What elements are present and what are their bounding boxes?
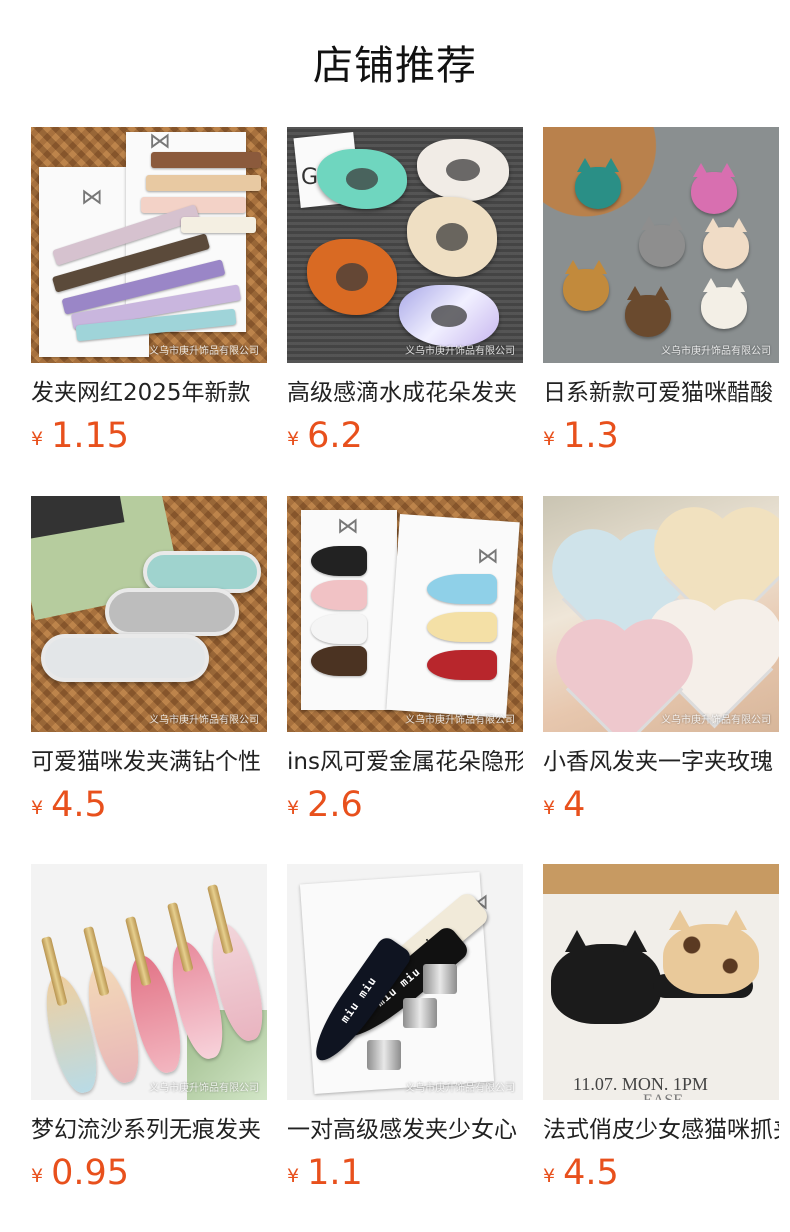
watermark: 义乌市庚升饰品有限公司 <box>661 715 771 726</box>
product-card[interactable]: ⋈ miu miu miu miu miu miu 义乌市庚升饰品有限公司 一对… <box>287 864 523 1204</box>
product-price: ¥2.6 <box>287 783 523 827</box>
product-price: ¥4.5 <box>543 1151 779 1195</box>
product-card[interactable]: 义乌市庚升饰品有限公司 可爱猫咪发夹满钻个性 ¥4.5 <box>31 496 267 836</box>
product-card[interactable]: ⋈ ⋈ 义乌市庚升饰品有限公司 发夹网红2025年新款 ¥1.15 <box>31 127 267 467</box>
price-value: 1.3 <box>563 416 619 456</box>
currency-symbol: ¥ <box>543 797 556 819</box>
product-image[interactable]: ⋈ ⋈ 义乌市庚升饰品有限公司 <box>287 496 523 732</box>
product-card[interactable]: G 义乌市庚升饰品有限公司 高级感滴水成花朵发夹 ¥6.2 <box>287 127 523 467</box>
product-name[interactable]: 日系新款可爱猫咪醋酸 <box>543 376 779 410</box>
watermark: 义乌市庚升饰品有限公司 <box>405 715 515 726</box>
page-title: 店铺推荐 <box>313 43 477 89</box>
product-name[interactable]: 一对高级感发夹少女心 <box>287 1113 523 1147</box>
product-price: ¥4 <box>543 783 779 827</box>
product-price: ¥1.1 <box>287 1151 523 1195</box>
watermark: 义乌市庚升饰品有限公司 <box>405 1083 515 1094</box>
watermark: 义乌市庚升饰品有限公司 <box>661 346 771 357</box>
product-image[interactable]: 义乌市庚升饰品有限公司 <box>31 864 267 1100</box>
price-value: 1.15 <box>51 416 130 456</box>
product-price: ¥0.95 <box>31 1151 267 1195</box>
currency-symbol: ¥ <box>31 428 44 450</box>
watermark: 义乌市庚升饰品有限公司 <box>405 346 515 357</box>
product-card[interactable]: 义乌市庚升饰品有限公司 梦幻流沙系列无痕发夹 ¥0.95 <box>31 864 267 1204</box>
currency-symbol: ¥ <box>31 1165 44 1187</box>
price-value: 2.6 <box>307 785 363 825</box>
product-name[interactable]: 梦幻流沙系列无痕发夹 <box>31 1113 267 1147</box>
product-name[interactable]: 小香风发夹一字夹玫瑰 <box>543 745 779 779</box>
watermark: 义乌市庚升饰品有限公司 <box>149 1083 259 1094</box>
price-value: 1.1 <box>307 1153 363 1193</box>
currency-symbol: ¥ <box>31 797 44 819</box>
product-image[interactable]: G 义乌市庚升饰品有限公司 <box>287 127 523 363</box>
product-card[interactable]: 义乌市庚升饰品有限公司 小香风发夹一字夹玫瑰 ¥4 <box>543 496 779 836</box>
photo-caption: 11.07. MON. 1PM <box>573 1074 708 1094</box>
product-price: ¥1.15 <box>31 414 267 458</box>
product-image[interactable]: 11.07. MON. 1PM EASE <box>543 864 779 1100</box>
price-value: 4.5 <box>51 785 107 825</box>
product-price: ¥6.2 <box>287 414 523 458</box>
product-name[interactable]: 法式俏皮少女感猫咪抓夹 <box>543 1113 779 1147</box>
watermark: 义乌市庚升饰品有限公司 <box>149 346 259 357</box>
product-image[interactable]: 义乌市庚升饰品有限公司 <box>543 496 779 732</box>
product-card[interactable]: 义乌市庚升饰品有限公司 日系新款可爱猫咪醋酸 ¥1.3 <box>543 127 779 467</box>
product-name[interactable]: 可爱猫咪发夹满钻个性 <box>31 745 267 779</box>
card-tag: G <box>301 165 319 190</box>
currency-symbol: ¥ <box>287 1165 300 1187</box>
bow-icon: ⋈ <box>81 185 103 210</box>
bow-icon: ⋈ <box>149 129 171 154</box>
product-card[interactable]: 11.07. MON. 1PM EASE 法式俏皮少女感猫咪抓夹 ¥4.5 <box>543 864 779 1204</box>
currency-symbol: ¥ <box>287 428 300 450</box>
product-price: ¥4.5 <box>31 783 267 827</box>
price-value: 0.95 <box>51 1153 130 1193</box>
product-name[interactable]: ins风可爱金属花朵隐形 <box>287 745 523 779</box>
photo-caption-2: EASE <box>643 1092 683 1100</box>
currency-symbol: ¥ <box>543 1165 556 1187</box>
product-price: ¥1.3 <box>543 414 779 458</box>
bow-icon: ⋈ <box>477 544 499 569</box>
watermark: 义乌市庚升饰品有限公司 <box>149 715 259 726</box>
product-name[interactable]: 高级感滴水成花朵发夹 <box>287 376 523 410</box>
price-value: 6.2 <box>307 416 363 456</box>
bow-icon: ⋈ <box>337 514 359 539</box>
product-card[interactable]: ⋈ ⋈ 义乌市庚升饰品有限公司 ins风可爱金属花朵隐形 ¥2.6 <box>287 496 523 836</box>
product-image[interactable]: ⋈ miu miu miu miu miu miu 义乌市庚升饰品有限公司 <box>287 864 523 1100</box>
price-value: 4 <box>563 785 586 825</box>
product-image[interactable]: 义乌市庚升饰品有限公司 <box>31 496 267 732</box>
product-image[interactable]: 义乌市庚升饰品有限公司 <box>543 127 779 363</box>
product-name[interactable]: 发夹网红2025年新款 <box>31 376 267 410</box>
product-image[interactable]: ⋈ ⋈ 义乌市庚升饰品有限公司 <box>31 127 267 363</box>
currency-symbol: ¥ <box>543 428 556 450</box>
price-value: 4.5 <box>563 1153 619 1193</box>
currency-symbol: ¥ <box>287 797 300 819</box>
